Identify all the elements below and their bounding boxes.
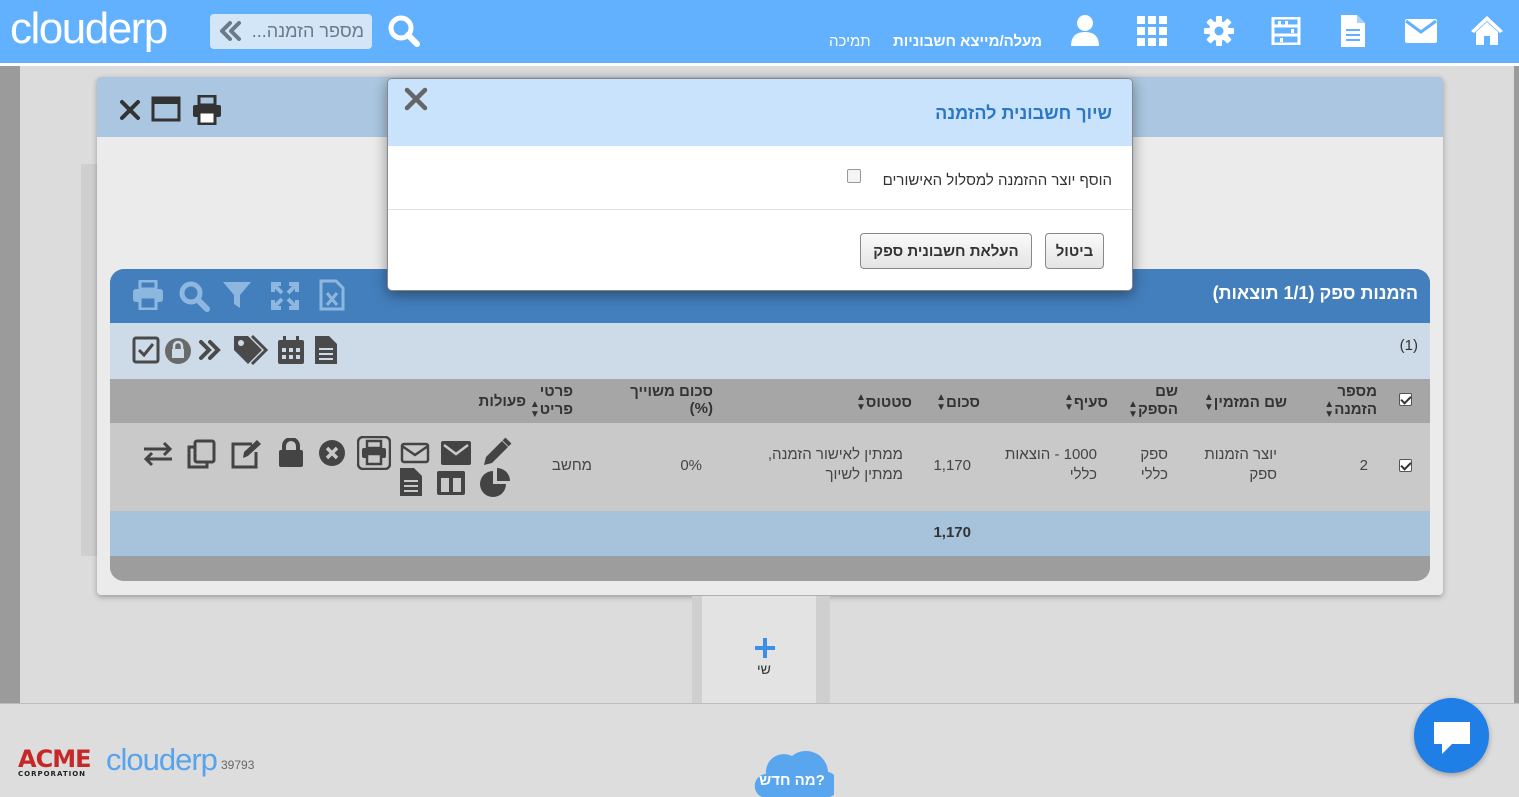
calculator-icon[interactable] bbox=[1271, 17, 1301, 45]
add-creator-approval-label[interactable]: הוסף יוצר ההזמנה למסלול האישורים bbox=[883, 172, 1112, 189]
ap-invoices-link[interactable]: מעלה/מייצא חשבוניות bbox=[893, 33, 1042, 50]
dialog-body: הוסף יוצר ההזמנה למסלול האישורים bbox=[388, 146, 1132, 210]
home-icon[interactable] bbox=[1470, 15, 1504, 45]
dialog-close-icon[interactable] bbox=[404, 87, 428, 111]
cancel-button[interactable]: ביטול bbox=[1045, 233, 1104, 269]
add-creator-approval-checkbox[interactable] bbox=[847, 169, 861, 183]
dialog-header: שיוך חשבונית להזמנה bbox=[388, 79, 1132, 146]
assign-invoice-dialog: שיוך חשבונית להזמנה הוסף יוצר ההזמנה למס… bbox=[387, 78, 1133, 291]
dialog-title: שיוך חשבונית להזמנה bbox=[935, 103, 1112, 123]
upload-supplier-invoice-button[interactable]: העלאת חשבונית ספק bbox=[860, 233, 1032, 269]
double-chevron-left-icon[interactable] bbox=[218, 21, 242, 41]
support-link[interactable]: תמיכה bbox=[829, 33, 871, 50]
document-icon[interactable] bbox=[1341, 15, 1365, 47]
top-navbar: clouderp תמיכה מעלה/מייצא חשבוניות bbox=[0, 0, 1519, 66]
order-search-box bbox=[210, 14, 372, 49]
gear-icon[interactable] bbox=[1204, 16, 1234, 46]
user-icon[interactable] bbox=[1070, 14, 1100, 48]
search-icon[interactable] bbox=[387, 14, 421, 48]
order-number-search-input[interactable] bbox=[242, 14, 370, 49]
apps-grid-icon[interactable] bbox=[1137, 16, 1167, 46]
clouderp-logo[interactable]: clouderp bbox=[10, 4, 168, 54]
mail-icon[interactable] bbox=[1405, 19, 1437, 43]
